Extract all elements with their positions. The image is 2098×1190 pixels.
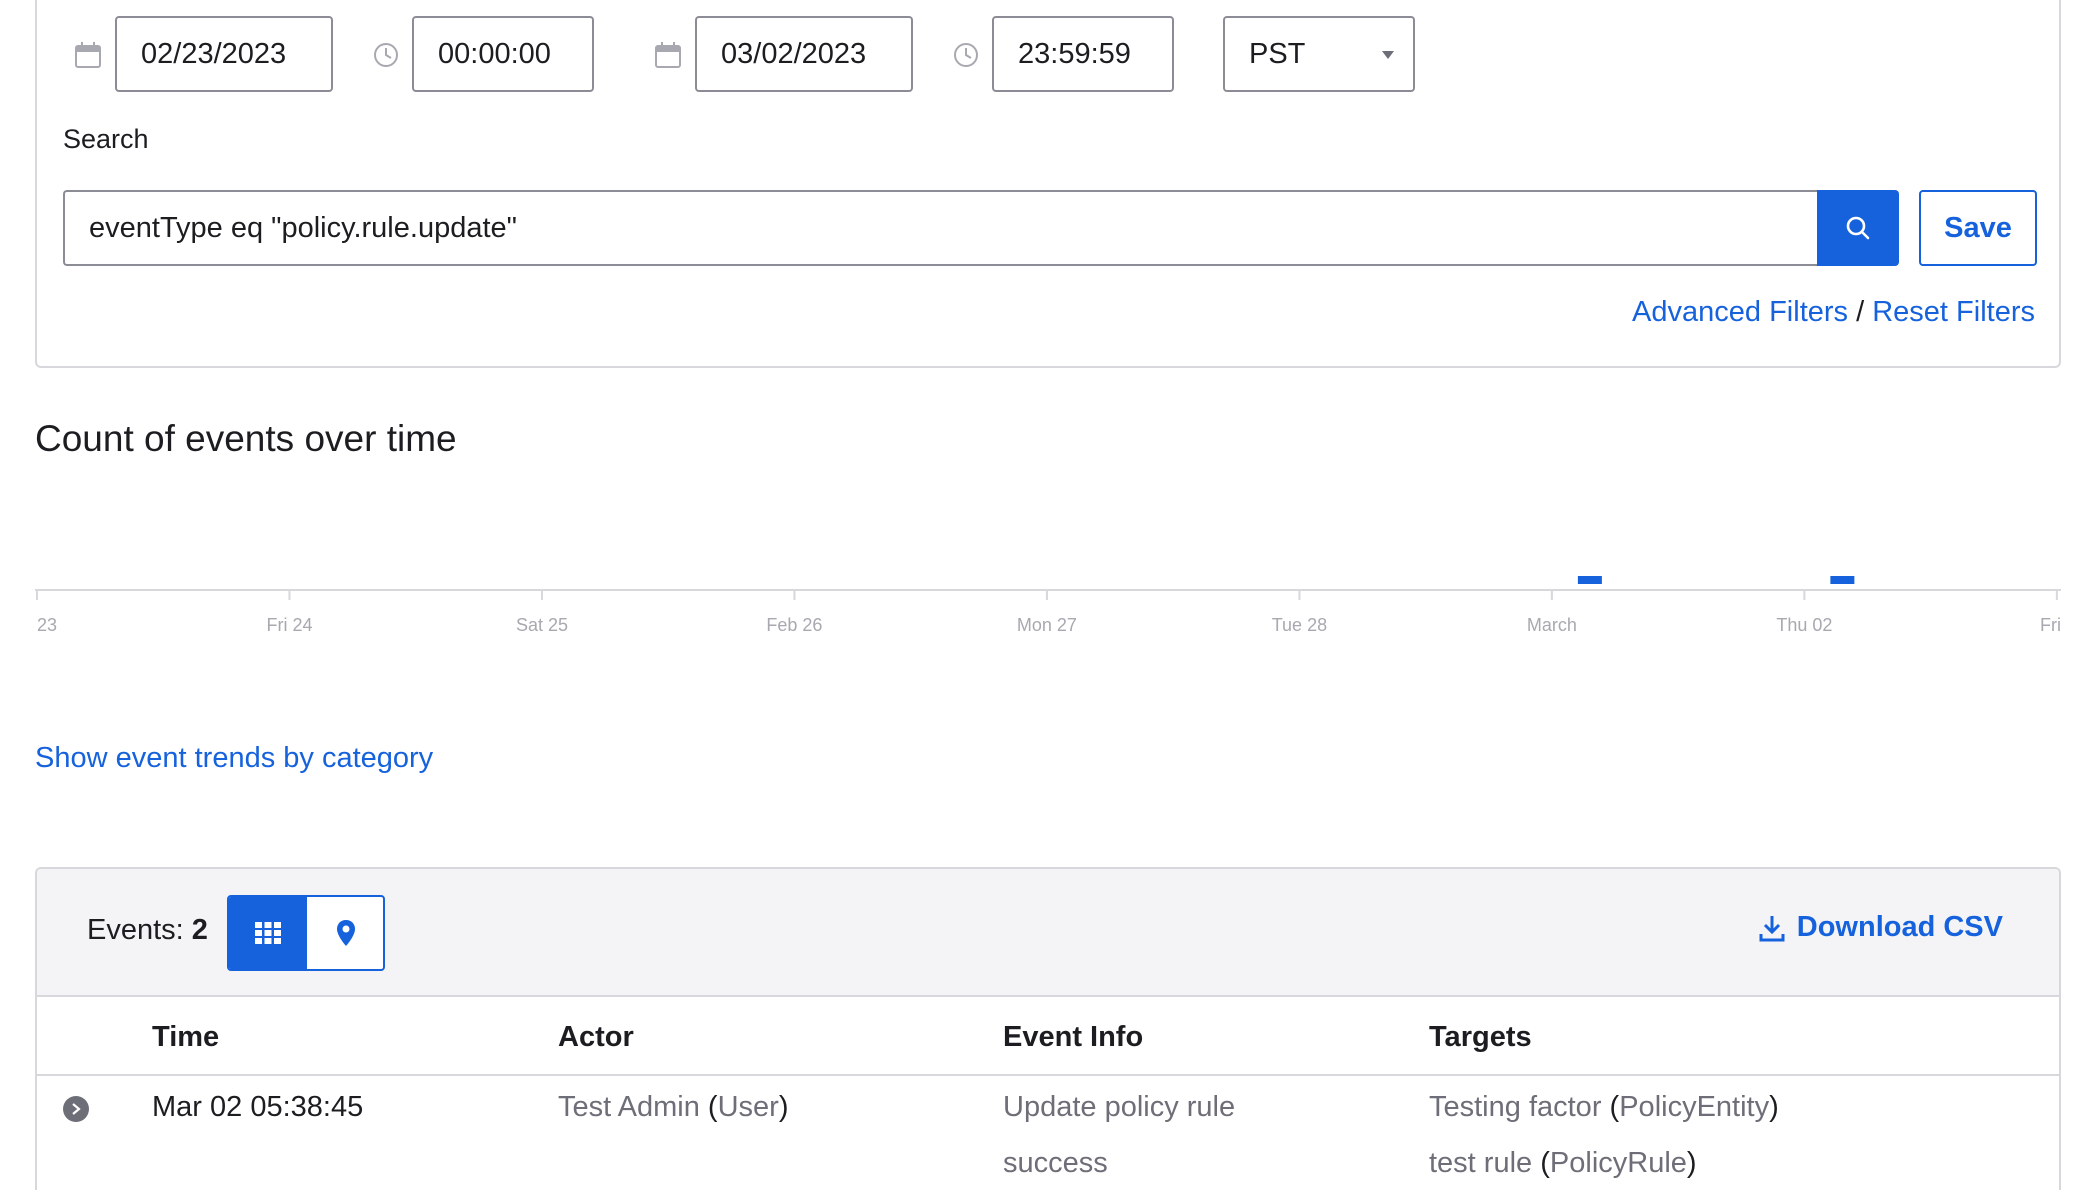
download-csv-button[interactable]: Download CSV xyxy=(1759,911,2003,944)
event-target: test rule (PolicyRule) xyxy=(1429,1147,1697,1180)
download-icon xyxy=(1759,915,1785,941)
target-name: test rule xyxy=(1429,1147,1533,1179)
event-outcome: success xyxy=(1003,1147,1108,1179)
target-name: Testing factor xyxy=(1429,1091,1602,1123)
target-type-open: ( xyxy=(1540,1147,1550,1179)
search-label: Search xyxy=(63,124,149,154)
events-count-value: 2 xyxy=(191,914,208,946)
actor-type: User xyxy=(717,1091,779,1123)
x-tick-label: Feb 26 xyxy=(766,615,822,635)
search-button[interactable] xyxy=(1817,190,1899,266)
search-icon xyxy=(1846,216,1870,240)
grid-view-button[interactable] xyxy=(229,897,307,969)
x-tick-label: Tue 28 xyxy=(1272,615,1327,635)
event-time: Mar 02 05:38:45 xyxy=(152,1091,364,1123)
x-tick-label: Sat 25 xyxy=(516,615,568,635)
actor-type-close: ) xyxy=(778,1091,789,1123)
save-button[interactable]: Save xyxy=(1919,190,2037,266)
chevron-right-icon xyxy=(72,1103,81,1115)
filter-panel: 02/23/2023 00:00:00 03/02/2023 23:59:59 … xyxy=(35,0,2061,368)
link-separator: / xyxy=(1856,296,1865,328)
calendar-icon[interactable] xyxy=(653,40,683,70)
header-divider xyxy=(37,1074,2059,1076)
calendar-icon[interactable] xyxy=(73,40,103,70)
start-time-field[interactable]: 00:00:00 xyxy=(412,16,594,92)
actor-name: Test Admin xyxy=(558,1091,700,1123)
x-tick-label: Fri xyxy=(2040,615,2061,635)
chevron-down-icon xyxy=(1382,51,1394,59)
grid-icon xyxy=(255,922,281,944)
map-pin-icon xyxy=(337,920,355,946)
target-type-open: ( xyxy=(1609,1091,1620,1123)
date-time-row: 02/23/2023 00:00:00 03/02/2023 23:59:59 … xyxy=(37,16,2059,92)
events-count: Events: 2 xyxy=(87,914,208,947)
download-csv-label: Download CSV xyxy=(1796,911,2003,943)
end-date-field[interactable]: 03/02/2023 xyxy=(695,16,913,92)
reset-filters-link[interactable]: Reset Filters xyxy=(1872,296,2035,328)
target-type: PolicyRule xyxy=(1549,1147,1687,1179)
actor-type-open: ( xyxy=(707,1091,718,1123)
clock-icon[interactable] xyxy=(371,40,401,70)
timezone-value: PST xyxy=(1249,38,1306,70)
target-type-close: ) xyxy=(1686,1147,1697,1179)
events-panel: Events: 2 Download CSV Time Actor Event … xyxy=(35,867,2061,1190)
map-view-button[interactable] xyxy=(307,897,383,969)
event-trends-link[interactable]: Show event trends by category xyxy=(35,742,433,775)
events-over-time-chart: 23 Fri 24 Sat 25 Feb 26 Mon 27 Tue 28 March Thu… xyxy=(35,576,2061,635)
advanced-filters-link[interactable]: Advanced Filters xyxy=(1632,296,1848,328)
end-time-field[interactable]: 23:59:59 xyxy=(992,16,1174,92)
events-toolbar: Events: 2 Download CSV xyxy=(37,869,2059,997)
target-type: PolicyEntity xyxy=(1619,1091,1770,1123)
target-type-close: ) xyxy=(1769,1091,1779,1123)
column-header-targets[interactable]: Targets xyxy=(1429,1021,1532,1054)
expand-row-button[interactable] xyxy=(63,1096,89,1122)
timezone-select[interactable]: PST xyxy=(1223,16,1415,92)
chart-bar[interactable] xyxy=(1830,576,1855,584)
event-actor: Test Admin (User) xyxy=(558,1091,788,1124)
search-input[interactable]: eventType eq "policy.rule.update" xyxy=(63,190,1819,266)
events-count-label: Events: xyxy=(87,914,184,946)
event-info: Update policy rule xyxy=(1003,1091,1236,1123)
column-header-time[interactable]: Time xyxy=(152,1021,219,1054)
chart-bar[interactable] xyxy=(1577,576,1602,584)
column-header-actor[interactable]: Actor xyxy=(558,1021,634,1054)
start-date-field[interactable]: 02/23/2023 xyxy=(115,16,333,92)
view-toggle xyxy=(227,895,385,971)
x-tick-label: March xyxy=(1527,615,1577,635)
x-tick-label: Mon 27 xyxy=(1017,615,1077,635)
x-tick-label: Fri 24 xyxy=(266,615,312,635)
x-tick-label: Thu 02 xyxy=(1776,615,1832,635)
x-tick-label: 23 xyxy=(37,615,57,635)
column-header-event-info[interactable]: Event Info xyxy=(1003,1021,1143,1054)
clock-icon[interactable] xyxy=(951,40,981,70)
filter-links: Advanced Filters / Reset Filters xyxy=(1632,296,2035,329)
chart-title: Count of events over time xyxy=(35,418,457,459)
event-target: Testing factor (PolicyEntity) xyxy=(1429,1091,1779,1124)
